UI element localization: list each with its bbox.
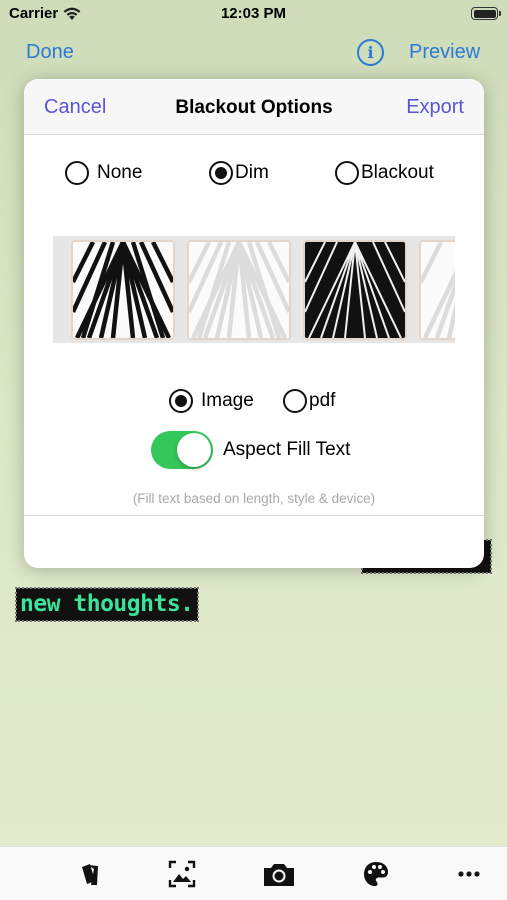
radio-label: Image bbox=[201, 390, 254, 411]
radio-label: pdf bbox=[309, 390, 336, 411]
preview-button[interactable]: Preview bbox=[409, 41, 480, 64]
toggle-label: Aspect Fill Text bbox=[223, 439, 351, 460]
blackout-options-popover: Cancel Blackout Options Export None Dim … bbox=[24, 79, 484, 568]
stripe-pattern-image bbox=[421, 242, 455, 338]
radio-label: Blackout bbox=[361, 162, 434, 183]
preview-thumbnail-dim[interactable] bbox=[187, 240, 291, 340]
preview-thumbnail-blackout[interactable] bbox=[303, 240, 407, 340]
radio-option-dim[interactable]: Dim bbox=[209, 161, 269, 185]
radio-label: Dim bbox=[235, 162, 269, 183]
battery-icon bbox=[471, 7, 501, 20]
aspect-fill-toggle[interactable] bbox=[151, 431, 213, 469]
status-bar: Carrier 12:03 PM bbox=[0, 0, 507, 30]
preview-thumbnail-partial[interactable] bbox=[419, 240, 455, 340]
camera-icon[interactable] bbox=[262, 859, 296, 889]
divider bbox=[24, 515, 484, 516]
stripe-pattern-image bbox=[73, 242, 173, 338]
palette-icon[interactable] bbox=[361, 859, 391, 889]
style-preview-strip[interactable] bbox=[53, 236, 455, 343]
stripe-pattern-image bbox=[189, 242, 289, 338]
toggle-knob bbox=[177, 433, 211, 467]
radio-button-blackout[interactable] bbox=[335, 161, 359, 185]
radio-option-image[interactable]: Image bbox=[169, 389, 254, 413]
bottom-toolbar bbox=[0, 846, 507, 900]
footnote-text: (Fill text based on length, style & devi… bbox=[132, 491, 376, 506]
image-frame-icon[interactable] bbox=[167, 859, 197, 889]
clock: 12:03 PM bbox=[220, 5, 287, 22]
radio-button-image[interactable] bbox=[169, 389, 193, 413]
radio-button-pdf[interactable] bbox=[283, 389, 307, 413]
export-button[interactable]: Export bbox=[406, 96, 464, 119]
popover-header: Cancel Blackout Options Export bbox=[24, 79, 484, 135]
preview-thumbnail-black[interactable] bbox=[71, 240, 175, 340]
radio-option-blackout[interactable]: Blackout bbox=[335, 161, 434, 185]
cards-icon[interactable] bbox=[76, 859, 106, 889]
stripe-pattern-image bbox=[305, 242, 405, 338]
radio-option-none[interactable]: None bbox=[65, 161, 142, 185]
radio-button-dim[interactable] bbox=[209, 161, 233, 185]
radio-button-none[interactable] bbox=[65, 161, 89, 185]
radio-option-pdf[interactable]: pdf bbox=[283, 389, 335, 413]
more-icon[interactable] bbox=[454, 859, 484, 889]
radio-label: None bbox=[97, 162, 143, 183]
done-button[interactable]: Done bbox=[26, 41, 74, 64]
navigation-bar: Done i Preview bbox=[0, 30, 507, 76]
info-icon[interactable]: i bbox=[357, 39, 384, 66]
canvas-text-item[interactable]: new thoughts. bbox=[15, 587, 199, 622]
